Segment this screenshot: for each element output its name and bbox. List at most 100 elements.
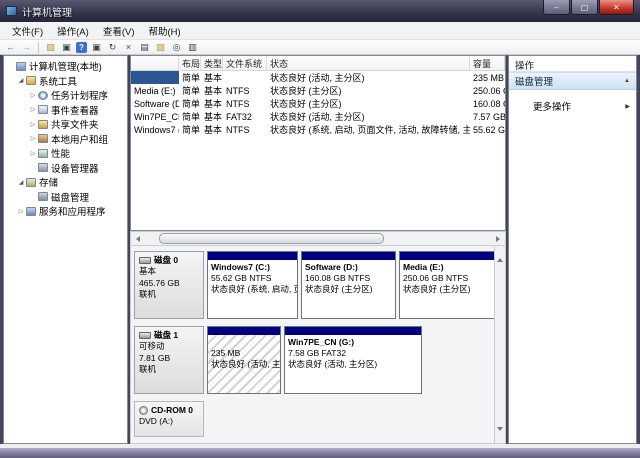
volume-cell-selected[interactable]	[131, 71, 179, 84]
volume-row-media-e[interactable]: Media (E:) 简单 基本 NTFS 状态良好 (主分区) 250.06 …	[131, 84, 505, 97]
maximize-button[interactable]: ▢	[571, 0, 598, 15]
disk-management-icon	[38, 192, 48, 201]
tree-item-storage[interactable]: ◢ 存储	[4, 175, 127, 190]
tree-item-device-manager[interactable]: 设备管理器	[4, 161, 127, 176]
cell-volume: Windows7 (C:)	[131, 123, 179, 136]
cdrom-0-info[interactable]: CD-ROM 0 DVD (A:)	[134, 401, 204, 437]
expander-icon[interactable]: ◢	[16, 77, 26, 84]
cell-capacity: 160.08 G	[470, 97, 505, 110]
expander-icon[interactable]: ▷	[28, 135, 38, 142]
partition-name: Windows7 (C:)	[211, 262, 294, 273]
tree-item-label: 任务计划程序	[51, 88, 108, 102]
column-filesystem[interactable]: 文件系统	[223, 56, 267, 70]
volume-row-windows7-c[interactable]: Windows7 (C:) 简单 基本 NTFS 状态良好 (系统, 启动, 页…	[131, 123, 505, 136]
partition-media-e[interactable]: Media (E:) 250.06 GB NTFS 状态良好 (主分区)	[399, 251, 502, 319]
app-icon	[6, 6, 17, 16]
help-topics-icon[interactable]: ▥	[186, 41, 199, 53]
properties-icon[interactable]: ▤	[138, 41, 151, 53]
horizontal-scrollbar[interactable]	[130, 231, 506, 246]
event-viewer-icon	[38, 105, 48, 114]
partition-windows7-c[interactable]: Windows7 (C:) 55.62 GB NTFS 状态良好 (系统, 启动…	[207, 251, 298, 319]
volume-row-software-d[interactable]: Software (D:) 简单 基本 NTFS 状态良好 (主分区) 160.…	[131, 97, 505, 110]
removable-disk-icon	[139, 332, 151, 339]
expander-icon[interactable]: ▷	[16, 208, 26, 215]
legend-unallocated: 未分配	[136, 441, 174, 444]
cell-status: 状态良好 (系统, 启动, 页面文件, 活动, 故障转储, 主分区)	[267, 123, 470, 136]
scrollbar-thumb[interactable]	[159, 233, 384, 244]
collapse-icon[interactable]: ▲	[624, 78, 630, 84]
scroll-up-icon[interactable]	[497, 248, 503, 258]
menu-file[interactable]: 文件(F)	[5, 22, 50, 40]
menu-action[interactable]: 操作(A)	[50, 22, 96, 40]
cell-layout: 简单	[179, 123, 201, 136]
close-button[interactable]: ✕	[599, 0, 634, 15]
expander-icon[interactable]: ▷	[28, 92, 38, 99]
scroll-left-icon[interactable]	[131, 232, 145, 245]
forward-icon[interactable]: →	[20, 41, 33, 53]
tree-item-local-users-groups[interactable]: ▷ 本地用户和组	[4, 132, 127, 147]
partition-status: 状态良好 (主分区)	[403, 284, 498, 295]
console-window-icon[interactable]: ▣	[60, 41, 73, 53]
cell-status: 状态良好 (活动, 主分区)	[267, 71, 470, 84]
search-icon[interactable]: ◎	[170, 41, 183, 53]
partition-size: 250.06 GB NTFS	[403, 273, 498, 284]
menu-view[interactable]: 查看(V)	[96, 22, 142, 40]
cell-status: 状态良好 (主分区)	[267, 97, 470, 110]
menu-bar: 文件(F) 操作(A) 查看(V) 帮助(H)	[0, 22, 640, 40]
tree-item-performance[interactable]: ▷ 性能	[4, 146, 127, 161]
cell-capacity: 55.62 GB	[470, 123, 505, 136]
computer-management-window: 计算机管理 – ▢ ✕ 文件(F) 操作(A) 查看(V) 帮助(H) ← → …	[0, 0, 640, 458]
tree-item-system-tools[interactable]: ◢ 系统工具	[4, 74, 127, 89]
menu-help[interactable]: 帮助(H)	[141, 22, 187, 40]
more-actions-item[interactable]: 更多操作 ▶	[509, 99, 636, 113]
tree-item-event-viewer[interactable]: ▷ 事件查看器	[4, 103, 127, 118]
tree-item-disk-management[interactable]: 磁盘管理	[4, 190, 127, 205]
tree-item-services-applications[interactable]: ▷ 服务和应用程序	[4, 204, 127, 219]
cell-fs: FAT32	[223, 110, 267, 123]
tree-item-label: 事件查看器	[51, 103, 99, 117]
column-status[interactable]: 状态	[267, 56, 470, 70]
minimize-button[interactable]: –	[543, 0, 570, 15]
console-window2-icon[interactable]: ▣	[90, 41, 103, 53]
open-folder-icon[interactable]: ▧	[154, 41, 167, 53]
expander-icon[interactable]: ▷	[28, 150, 38, 157]
scroll-down-icon[interactable]	[497, 431, 503, 441]
delete-icon[interactable]: ×	[122, 41, 135, 53]
disk-1-info[interactable]: 磁盘 1 可移动 7.81 GB 联机	[134, 326, 204, 394]
disk-management-section[interactable]: 磁盘管理 ▲	[509, 72, 636, 90]
disk-size: 7.81 GB	[139, 353, 199, 364]
primary-partition-bar	[400, 252, 501, 260]
tree-item-shared-folders[interactable]: ▷ 共享文件夹	[4, 117, 127, 132]
help-icon[interactable]: ?	[76, 42, 87, 53]
services-icon	[26, 207, 36, 216]
disk-0-info[interactable]: 磁盘 0 基本 465.76 GB 联机	[134, 251, 204, 319]
title-bar: 计算机管理 – ▢ ✕	[0, 0, 640, 22]
column-volume[interactable]	[131, 56, 179, 70]
cell-capacity: 7.57 GB	[470, 110, 505, 123]
volume-row-win7pe-g[interactable]: Win7PE_CN (G:) 简单 基本 FAT32 状态良好 (活动, 主分区…	[131, 110, 505, 123]
expander-icon[interactable]: ▷	[28, 106, 38, 113]
expander-icon[interactable]: ▷	[28, 121, 38, 128]
section-title: 磁盘管理	[515, 74, 553, 88]
refresh-icon[interactable]: ↻	[106, 41, 119, 53]
column-layout[interactable]: 布局	[179, 56, 201, 70]
volume-row-235mb[interactable]: 简单 基本 状态良好 (活动, 主分区) 235 MB	[131, 71, 505, 84]
vertical-scrollbar[interactable]	[494, 246, 505, 443]
performance-icon	[38, 149, 48, 158]
scroll-right-icon[interactable]	[491, 232, 505, 245]
tree-item-task-scheduler[interactable]: ▷ 任务计划程序	[4, 88, 127, 103]
primary-partition-bar	[302, 252, 395, 260]
cell-volume: Win7PE_CN (G:)	[131, 110, 179, 123]
disk-size: 465.76 GB	[139, 278, 199, 289]
back-icon[interactable]: ←	[4, 41, 17, 53]
partition-software-d[interactable]: Software (D:) 160.08 GB NTFS 状态良好 (主分区)	[301, 251, 396, 319]
partition-win7pe-g[interactable]: Win7PE_CN (G:) 7.58 GB FAT32 状态良好 (活动, 主…	[284, 326, 422, 394]
partition-235mb-selected[interactable]: 235 MB 状态良好 (活动, 主:	[207, 326, 281, 394]
tree-item-label: 设备管理器	[51, 161, 99, 175]
show-console-tree-icon[interactable]: ▨	[44, 41, 57, 53]
tree-item-label: 磁盘管理	[51, 190, 89, 204]
tree-item-computer-management[interactable]: 计算机管理(本地)	[4, 59, 127, 74]
column-type[interactable]: 类型	[201, 56, 223, 70]
expander-icon[interactable]: ◢	[16, 179, 26, 186]
column-capacity[interactable]: 容量	[470, 56, 505, 70]
